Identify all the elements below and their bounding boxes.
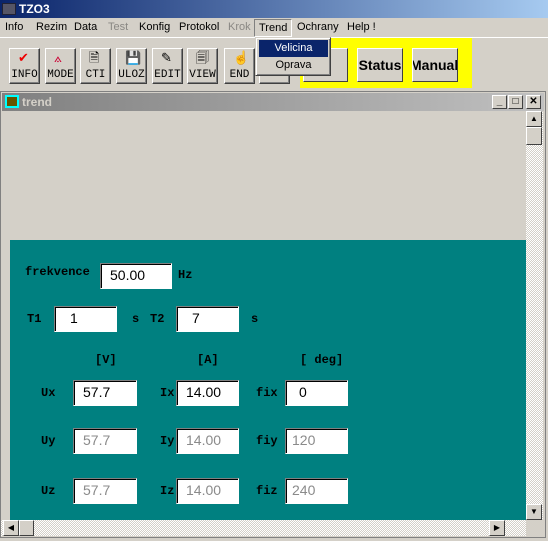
edit-icon: ✎ <box>161 50 172 65</box>
u-label: Uz <box>41 484 56 498</box>
voltage-column-header: [V] <box>95 353 117 367</box>
menu-data[interactable]: Data <box>74 21 97 33</box>
app-title: TZO3 <box>19 2 50 16</box>
scroll-up-button[interactable]: ▲ <box>526 111 542 127</box>
i-label: Ix <box>160 386 175 400</box>
i-label: Iz <box>160 484 175 498</box>
mode-button[interactable]: ⟑ MODE <box>45 48 76 84</box>
menu-item-velicina[interactable]: Velicina <box>259 40 328 57</box>
window-title: trend <box>22 95 52 109</box>
angle-column-header: [ deg] <box>300 353 344 367</box>
menu-konfig[interactable]: Konfig <box>139 21 170 33</box>
save-icon: 💾 <box>125 50 142 65</box>
angle-label: fiz <box>256 484 278 498</box>
scroll-down-button[interactable]: ▼ <box>526 504 542 520</box>
uloz-button[interactable]: 💾 ULOZ <box>116 48 147 84</box>
t1-label: T1 <box>27 312 42 326</box>
trend-window-title-bar: trend _ □ ✕ <box>2 93 544 111</box>
scroll-right-button[interactable]: ▶ <box>489 520 505 536</box>
t1-input[interactable]: 1 <box>54 306 117 332</box>
horizontal-scrollbar[interactable]: ◀ ▶ <box>1 520 526 536</box>
angle-input[interactable]: 120 <box>285 428 348 454</box>
frequency-unit: Hz <box>178 268 193 282</box>
document-icon: 🗎 <box>89 50 100 65</box>
i-label: Iy <box>160 434 175 448</box>
end-button[interactable]: ☝ END <box>224 48 255 84</box>
app-title-bar: TZO3 <box>0 0 548 18</box>
t2-unit: s <box>251 312 259 326</box>
angle-input[interactable]: 0 <box>285 380 348 406</box>
info-button[interactable]: ✔ INFO <box>9 48 40 84</box>
cti-button[interactable]: 🗎 CTI <box>80 48 111 84</box>
graph-icon: ⟑ <box>54 50 62 65</box>
checkmark-icon: ✔ <box>18 50 29 65</box>
menu-bar: Info Rezim Data Test Konfig Protokol Kro… <box>0 18 548 37</box>
window-icon <box>5 95 19 108</box>
edit-button[interactable]: ✎ EDIT <box>152 48 183 84</box>
menu-ochrany[interactable]: Ochrany <box>297 21 339 33</box>
menu-protokol[interactable]: Protokol <box>179 21 219 33</box>
menu-item-oprava[interactable]: Oprava <box>259 57 328 74</box>
t2-label: T2 <box>150 312 165 326</box>
menu-trend[interactable]: Trend <box>254 19 293 37</box>
menu-rezim[interactable]: Rezim <box>36 21 67 33</box>
angle-label: fix <box>256 386 278 400</box>
menu-info[interactable]: Info <box>5 21 23 33</box>
status-button[interactable]: Status <box>357 48 403 82</box>
current-input[interactable]: 14.00 <box>176 428 239 454</box>
t2-input[interactable]: 7 <box>176 306 239 332</box>
vertical-scrollbar[interactable]: ▲ ▼ <box>526 111 543 520</box>
manual-button[interactable]: Manual <box>412 48 458 82</box>
voltage-input[interactable]: 57.7 <box>73 380 137 406</box>
minimize-button[interactable]: _ <box>492 95 507 109</box>
end-icon: ☝ <box>233 50 250 65</box>
app-icon <box>2 3 16 15</box>
scroll-left-button[interactable]: ◀ <box>3 520 19 536</box>
view-icon: 🗐 <box>196 50 209 65</box>
menu-test[interactable]: Test <box>108 21 128 33</box>
maximize-button[interactable]: □ <box>508 95 523 109</box>
angle-input[interactable]: 240 <box>285 478 348 504</box>
angle-label: fiy <box>256 434 278 448</box>
view-button[interactable]: 🗐 VIEW <box>187 48 218 84</box>
current-input[interactable]: 14.00 <box>176 478 239 504</box>
t1-unit: s <box>132 312 140 326</box>
frequency-label: frekvence <box>25 265 90 279</box>
menu-help[interactable]: Help ! <box>347 21 376 33</box>
current-column-header: [A] <box>197 353 219 367</box>
close-button[interactable]: ✕ <box>526 95 541 109</box>
current-input[interactable]: 14.00 <box>176 380 239 406</box>
vertical-scroll-thumb[interactable] <box>526 127 542 145</box>
menu-krok[interactable]: Krok <box>228 21 251 33</box>
horizontal-scroll-thumb[interactable] <box>19 520 34 536</box>
voltage-input[interactable]: 57.7 <box>73 478 137 504</box>
parameter-panel: frekvence 50.00 Hz T1 1 s T2 7 s [V] [A]… <box>10 240 527 520</box>
voltage-input[interactable]: 57.7 <box>73 428 137 454</box>
frequency-input[interactable]: 50.00 <box>100 263 172 289</box>
u-label: Uy <box>41 434 56 448</box>
trend-dropdown-menu: Velicina Oprava <box>255 37 331 76</box>
u-label: Ux <box>41 386 56 400</box>
